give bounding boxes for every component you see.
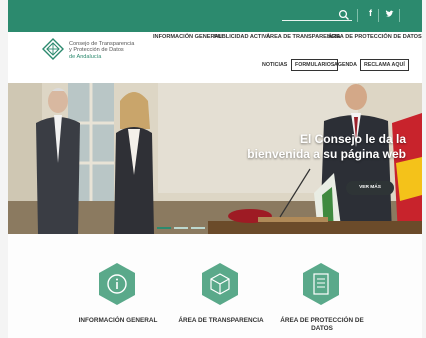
ver-mas-button[interactable]: VER MÁS	[346, 181, 394, 195]
slider-dot-2[interactable]	[174, 227, 188, 229]
cube-icon[interactable]	[200, 262, 240, 306]
card-label-line-2: DATOS	[311, 325, 333, 332]
nav-area-proteccion-datos[interactable]: ÁREA DE PROTECCIÓN DE DATOS	[328, 34, 422, 40]
facebook-icon[interactable]: f	[369, 8, 372, 18]
card-label-line-1: ÁREA DE PROTECCIÓN DE	[280, 317, 364, 324]
divider	[378, 9, 379, 22]
page: f Consejo de Transparencia y Protección …	[8, 0, 422, 338]
card-label: INFORMACIÓN GENERAL	[78, 317, 158, 324]
search-icon[interactable]	[338, 9, 350, 21]
hero-title-line-1: El Consejo le da la	[299, 132, 406, 146]
hero-title-line-2: bienvenida a su página web	[247, 147, 406, 161]
card-area-proteccion-datos[interactable]: ÁREA DE PROTECCIÓN DE DATOS	[272, 317, 372, 333]
nav-formularios[interactable]: FORMULARIOS	[291, 59, 339, 71]
info-icon[interactable]	[97, 262, 137, 306]
divider	[399, 9, 400, 22]
hero-slider[interactable]: El Consejo le da la bienvenida a su pági…	[8, 83, 422, 234]
nav-publicidad-activa[interactable]: PUBLICIDAD ACTIVA	[214, 34, 270, 40]
card-area-transparencia[interactable]: ÁREA DE TRANSPARENCIA	[176, 317, 266, 325]
logo-line-3: de Andalucía	[69, 53, 102, 60]
logo-text[interactable]: Consejo de Transparencia y Protección de…	[69, 41, 134, 60]
document-icon[interactable]	[301, 262, 341, 306]
card-label: ÁREA DE TRANSPARENCIA	[178, 317, 264, 324]
nav-informacion-general[interactable]: INFORMACIÓN GENERAL	[153, 34, 222, 40]
logo-icon[interactable]	[42, 38, 64, 60]
hero-title: El Consejo le da la bienvenida a su pági…	[226, 132, 406, 162]
nav-reclama-aqui[interactable]: RECLAMA AQUÍ	[360, 59, 409, 71]
twitter-icon[interactable]	[385, 10, 394, 18]
slider-dot-3[interactable]	[191, 227, 205, 229]
top-bar: f	[8, 0, 422, 32]
nav-noticias[interactable]: NOTICIAS	[262, 62, 287, 68]
divider	[357, 9, 358, 22]
nav-agenda[interactable]: AGENDA	[334, 62, 357, 68]
slider-dot-1[interactable]	[157, 227, 171, 229]
card-informacion-general[interactable]: INFORMACIÓN GENERAL	[75, 317, 161, 325]
